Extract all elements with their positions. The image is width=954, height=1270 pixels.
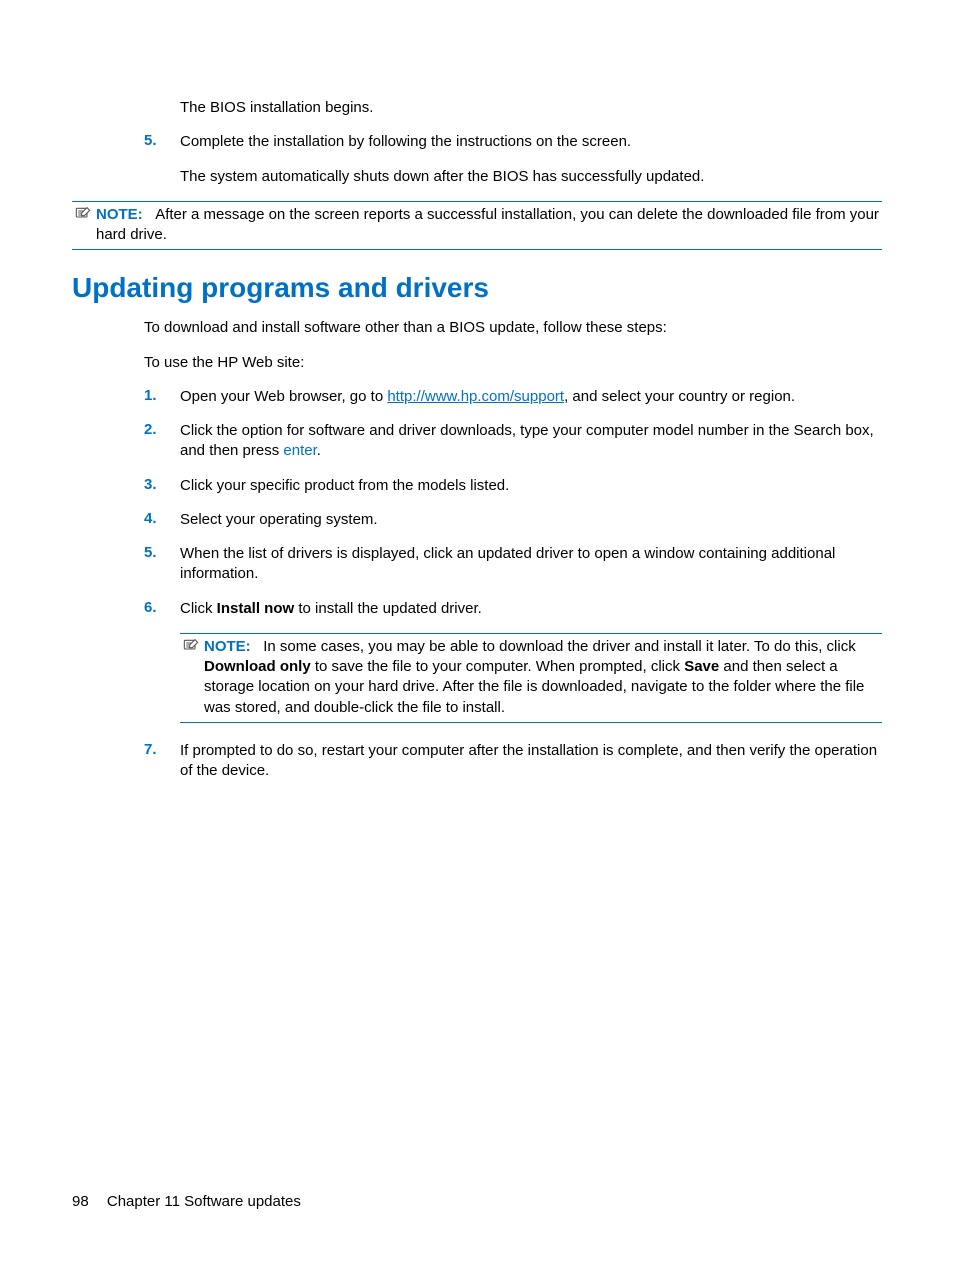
bios-step-5: 5. Complete the installation by followin… [72,132,882,152]
save-bold: Save [684,658,719,675]
step-text: Select your operating system. [180,510,882,530]
paragraph-2: To use the HP Web site: [144,353,882,373]
note-label: NOTE: [204,638,251,655]
step-number: 1. [72,387,180,407]
step-3: 3. Click your specific product from the … [72,476,882,496]
enter-key: enter [283,442,316,459]
step-6: 6. Click Install now to install the upda… [72,599,882,619]
chapter-label: Chapter 11 Software updates [107,1193,301,1210]
note-icon [72,205,94,225]
note-content: NOTE: In some cases, you may be able to … [202,637,882,718]
install-now-bold: Install now [217,600,295,617]
note-text: After a message on the screen reports a … [96,206,879,243]
step-text: Click your specific product from the mod… [180,476,882,496]
step-number: 6. [72,599,180,619]
step-7: 7. If prompted to do so, restart your co… [72,741,882,782]
note-icon [180,637,202,657]
step-1: 1. Open your Web browser, go to http://w… [72,387,882,407]
step-text: Complete the installation by following t… [180,132,882,152]
intro-line-2: The system automatically shuts down afte… [180,167,882,187]
step-number: 3. [72,476,180,496]
note-label: NOTE: [96,206,143,223]
download-only-bold: Download only [204,658,311,675]
step-text: Click Install now to install the updated… [180,599,882,619]
step-number: 5. [72,132,180,152]
step-number: 5. [72,544,180,585]
step-text: When the list of drivers is displayed, c… [180,544,882,585]
page-content: The BIOS installation begins. 5. Complet… [0,0,954,781]
step-text: Click the option for software and driver… [180,421,882,462]
step-text: Open your Web browser, go to http://www.… [180,387,882,407]
paragraph-1: To download and install software other t… [144,318,882,338]
step-number: 2. [72,421,180,462]
page-footer: 98 Chapter 11 Software updates [72,1193,301,1210]
note-box-2: NOTE: In some cases, you may be able to … [180,633,882,723]
step-2: 2. Click the option for software and dri… [72,421,882,462]
step-number: 7. [72,741,180,782]
step-5: 5. When the list of drivers is displayed… [72,544,882,585]
page-number: 98 [72,1193,89,1210]
intro-line-1: The BIOS installation begins. [180,98,882,118]
step-text: If prompted to do so, restart your compu… [180,741,882,782]
hp-support-link[interactable]: http://www.hp.com/support [387,388,564,405]
step-number: 4. [72,510,180,530]
note-content: NOTE: After a message on the screen repo… [94,205,882,246]
note-box-1: NOTE: After a message on the screen repo… [72,201,882,251]
section-heading: Updating programs and drivers [72,272,882,304]
step-4: 4. Select your operating system. [72,510,882,530]
